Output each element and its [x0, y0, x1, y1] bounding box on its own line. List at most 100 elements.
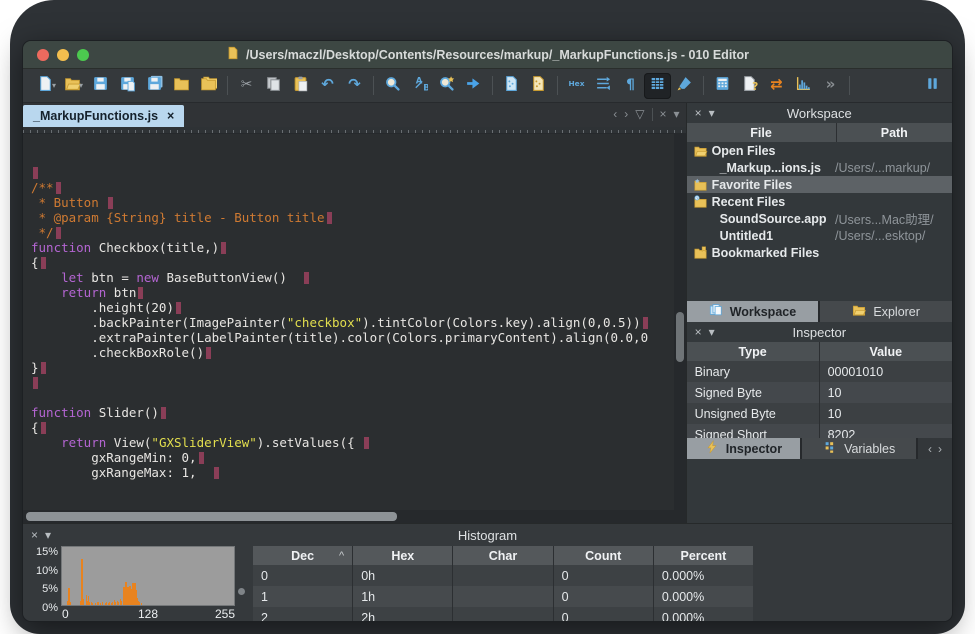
redo-button[interactable]: ↷	[341, 73, 368, 99]
tab-inspector[interactable]: Inspector	[687, 438, 801, 459]
horizontal-scrollbar[interactable]	[23, 510, 686, 523]
svg-text:B: B	[423, 83, 428, 92]
workspace-row[interactable]: Untitled1/Users/...esktop/	[687, 227, 952, 244]
workspace-row[interactable]: Bookmarked Files	[687, 244, 952, 261]
highlighter-button[interactable]	[671, 73, 698, 99]
folder-bookmark-icon	[693, 246, 708, 260]
calculator-button[interactable]	[709, 73, 736, 99]
type-cell: Signed Byte	[687, 382, 819, 403]
inspector-row[interactable]: Binary00001010	[687, 361, 952, 382]
file-path: /Users...Mac助理/	[835, 209, 952, 228]
tab-scroll-arrows[interactable]: ‹›	[918, 438, 952, 459]
tab-variables[interactable]: Variables	[802, 438, 916, 459]
close-window-button[interactable]	[37, 49, 49, 61]
column-path[interactable]: Path	[837, 123, 952, 142]
workspace-row[interactable]: SoundSource.app/Users...Mac助理/	[687, 210, 952, 227]
inspector-row[interactable]: Unsigned Byte10	[687, 403, 952, 424]
cut-button[interactable]: ✂	[233, 73, 260, 99]
word-wrap-button[interactable]	[590, 73, 617, 99]
pane-menu-icon[interactable]: ▾	[674, 107, 680, 121]
code-text: * @param {String} title - Button title	[31, 210, 325, 225]
histogram-cell: 0h	[353, 565, 452, 586]
column-file[interactable]: File	[687, 123, 836, 142]
histogram-plot	[61, 546, 235, 606]
save-as-button[interactable]	[114, 73, 141, 99]
tab-close-icon[interactable]: ×	[167, 109, 174, 123]
inspector-row[interactable]: Signed Short8202	[687, 424, 952, 438]
tab-list-icon[interactable]: ▽	[635, 107, 644, 121]
column-count[interactable]: Count	[554, 546, 653, 565]
inspector-title: Inspector	[687, 325, 952, 340]
workspace-row[interactable]: Favorite Files	[687, 176, 952, 193]
column-hex[interactable]: Hex	[353, 546, 452, 565]
undo-button[interactable]: ↶	[314, 73, 341, 99]
show-whitespace-button[interactable]: ¶	[617, 73, 644, 99]
goto-arrow-button[interactable]	[460, 73, 487, 99]
inspector-row[interactable]: Signed Byte10	[687, 382, 952, 403]
save-button[interactable]	[87, 73, 114, 99]
folder-multi-button[interactable]	[195, 73, 222, 99]
scroll-arrow-icon[interactable]: ›	[938, 442, 942, 456]
dropdown-chevron-icon[interactable]: ▾	[52, 81, 56, 90]
column-value[interactable]: Value	[820, 342, 952, 361]
histogram-table-row[interactable]: 22h00.000%	[253, 607, 753, 622]
folder-favorite-icon	[693, 178, 708, 192]
find-in-files-button[interactable]	[433, 73, 460, 99]
dropdown-chevron-icon[interactable]: ▾	[79, 81, 83, 90]
vertical-scrollbar-thumb[interactable]	[676, 312, 684, 362]
script-yellow-button[interactable]	[525, 73, 552, 99]
tab-explorer[interactable]: Explorer	[820, 301, 952, 322]
check-template-button[interactable]: ?	[736, 73, 763, 99]
more-chevrons-icon: »	[822, 75, 839, 97]
histogram-table-row[interactable]: 00h00.000%	[253, 565, 753, 586]
code-text: Slider()	[91, 405, 159, 420]
newline-marker	[199, 452, 204, 464]
replace-button[interactable]: AB	[406, 73, 433, 99]
script-blue-button[interactable]	[498, 73, 525, 99]
word-wrap-icon	[595, 75, 612, 97]
paste-button[interactable]	[287, 73, 314, 99]
title-bar[interactable]: /Users/maczl/Desktop/Contents/Resources/…	[23, 41, 952, 69]
folder-closed-button[interactable]	[168, 73, 195, 99]
pause-button[interactable]	[919, 73, 946, 99]
tab-markupfunctions[interactable]: _MarkupFunctions.js ×	[23, 105, 184, 127]
column-type[interactable]: Type	[687, 342, 819, 361]
code-editor[interactable]: /** * Button * @param {String} title - B…	[23, 134, 686, 510]
code-line: * Button	[31, 195, 686, 210]
prev-tab-icon[interactable]: ‹	[613, 107, 617, 121]
new-file-button[interactable]: ▾	[33, 73, 60, 99]
toolbar-separator	[849, 76, 850, 95]
save-all-button[interactable]	[141, 73, 168, 99]
zoom-window-button[interactable]	[77, 49, 89, 61]
code-text	[31, 270, 61, 285]
tab-workspace[interactable]: Workspace	[687, 301, 819, 322]
histogram-chart-button[interactable]	[790, 73, 817, 99]
splitter-handle[interactable]	[238, 588, 245, 595]
hex-mode-button[interactable]: Hex	[563, 73, 590, 99]
workspace-row[interactable]: _Markup...ions.js/Users/...markup/	[687, 159, 952, 176]
column-mode-button[interactable]	[644, 73, 671, 99]
close-pane-icon[interactable]: ×	[660, 107, 667, 121]
workspace-row[interactable]: Open Files	[687, 142, 952, 159]
column-ruler	[23, 127, 686, 134]
column-dec[interactable]: Dec^	[253, 546, 352, 565]
horizontal-scrollbar-thumb[interactable]	[26, 512, 397, 521]
copy-button[interactable]	[260, 73, 287, 99]
scroll-arrow-icon[interactable]: ‹	[928, 442, 932, 456]
newline-marker	[304, 272, 309, 284]
open-file-button[interactable]: ▾	[60, 73, 87, 99]
find-button[interactable]	[379, 73, 406, 99]
histogram-table-row[interactable]: 11h00.000%	[253, 586, 753, 607]
minimize-window-button[interactable]	[57, 49, 69, 61]
code-line: return btn	[31, 285, 686, 300]
compare-swap-button[interactable]: ⇄	[763, 73, 790, 99]
column-percent[interactable]: Percent	[654, 546, 753, 565]
toolbar-separator	[373, 76, 374, 95]
more-chevrons-button[interactable]: »	[817, 73, 844, 99]
vertical-scrollbar[interactable]	[674, 134, 686, 510]
workspace-pages-icon	[709, 303, 723, 320]
next-tab-icon[interactable]: ›	[624, 107, 628, 121]
code-line: {	[31, 420, 686, 435]
workspace-row[interactable]: Recent Files	[687, 193, 952, 210]
column-char[interactable]: Char	[453, 546, 552, 565]
